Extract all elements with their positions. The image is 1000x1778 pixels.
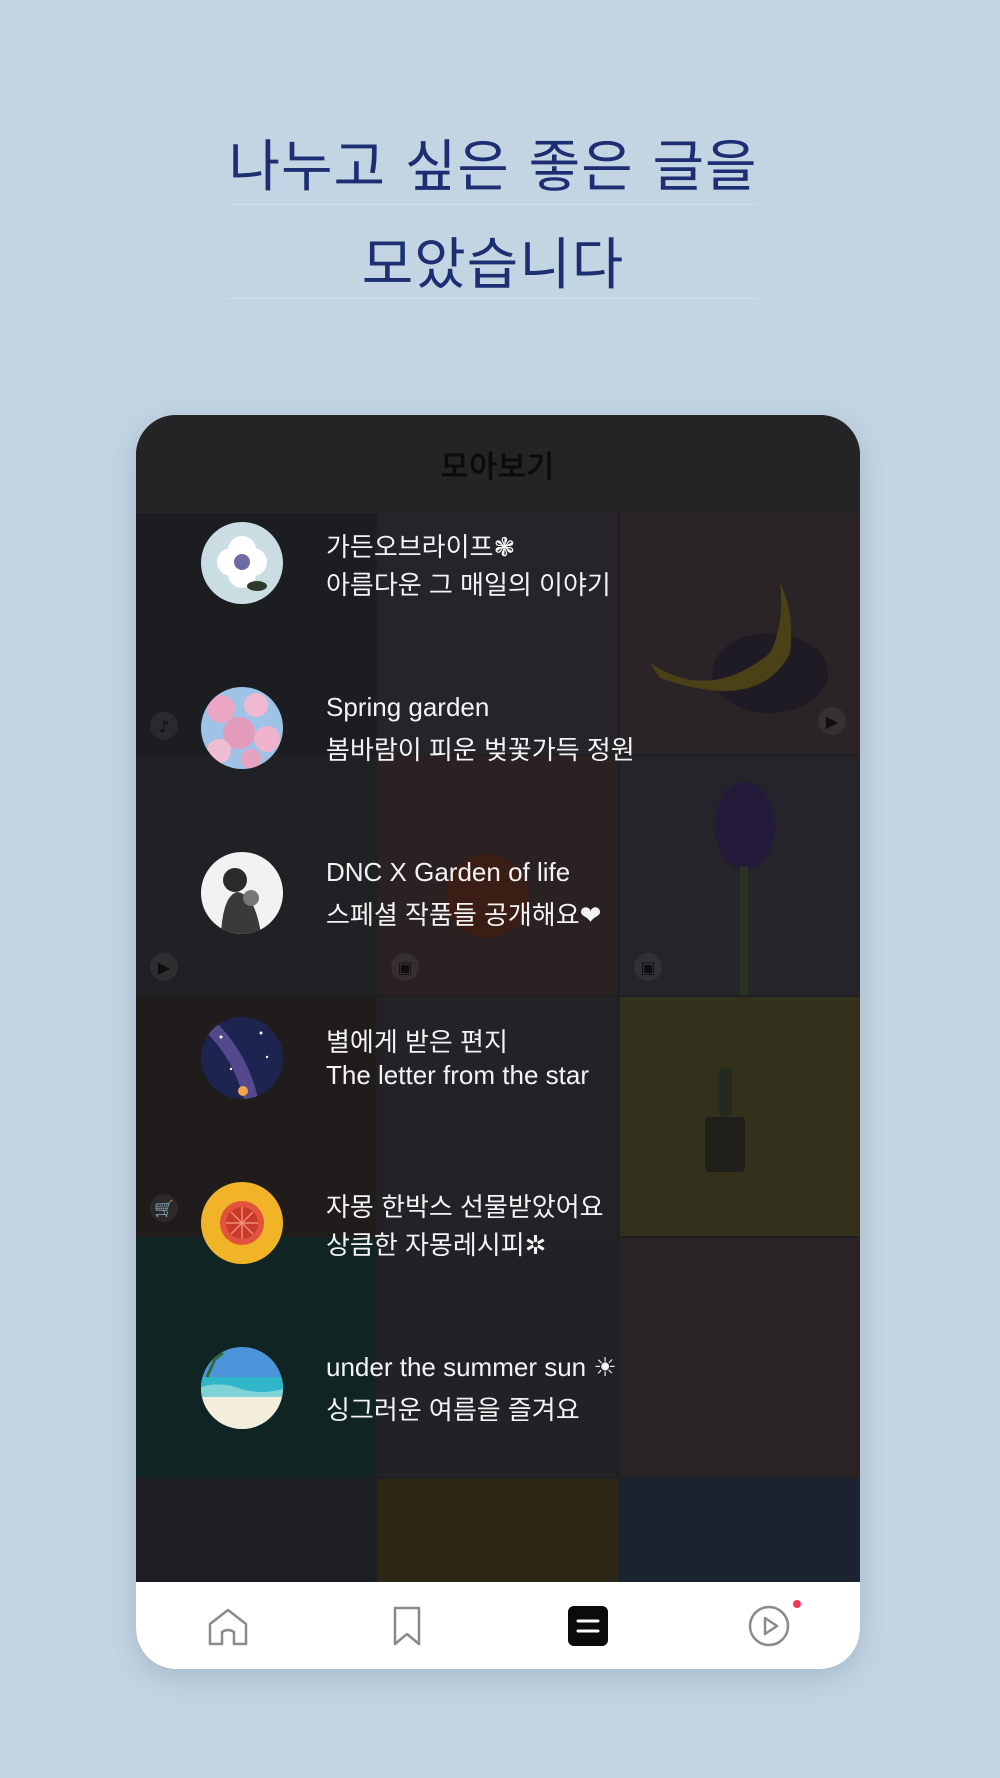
- milky-way-icon: [201, 1017, 283, 1099]
- home-icon[interactable]: [204, 1602, 252, 1650]
- list-item[interactable]: under the summer sun ☀ 싱그러운 여름을 즐겨요: [136, 1338, 860, 1438]
- list-item[interactable]: 별에게 받은 편지 The letter from the star: [136, 1008, 860, 1108]
- headline-line-2: 모았습니다: [361, 233, 625, 298]
- item-title: 자몽 한박스 선물받았어요: [326, 1192, 604, 1222]
- divider: [228, 298, 758, 299]
- item-title: under the summer sun ☀: [326, 1352, 617, 1382]
- item-subtitle: 상큼한 자몽레시피✲: [326, 1230, 547, 1260]
- item-subtitle: 스페셜 작품들 공개해요❤: [326, 900, 602, 930]
- feed-list: 가든오브라이프❃ 아름다운 그 매일의 이야기 Spring garden 봄바…: [136, 513, 860, 1597]
- notification-dot: [793, 1600, 801, 1608]
- item-subtitle: 싱그러운 여름을 즐겨요: [326, 1395, 580, 1425]
- list-item[interactable]: Spring garden 봄바람이 피운 벚꽃가득 정원: [136, 678, 860, 778]
- avatar: [201, 1347, 283, 1429]
- list-item[interactable]: DNC X Garden of life 스페셜 작품들 공개해요❤: [136, 843, 860, 943]
- avatar: [201, 852, 283, 934]
- item-subtitle: 봄바람이 피운 벚꽃가득 정원: [326, 735, 635, 765]
- item-subtitle: 아름다운 그 매일의 이야기: [326, 570, 611, 600]
- mother-and-child-icon: [201, 852, 283, 934]
- tab-bar: [136, 1582, 860, 1669]
- list-item[interactable]: 자몽 한박스 선물받았어요 상큼한 자몽레시피✲: [136, 1173, 860, 1273]
- item-title: Spring garden: [326, 692, 490, 722]
- play-circle-icon[interactable]: [745, 1602, 793, 1650]
- bookmark-icon[interactable]: [383, 1602, 431, 1650]
- item-title: 별에게 받은 편지: [326, 1027, 508, 1057]
- avatar: [201, 687, 283, 769]
- app-header: 모아보기: [136, 415, 860, 513]
- grapefruit-icon: [201, 1182, 283, 1264]
- white-flower-icon: [201, 522, 283, 604]
- item-title: 가든오브라이프❃: [326, 532, 516, 562]
- headline-line-1: 나누고 싶은 좋은 글을: [228, 135, 758, 200]
- menu-icon[interactable]: [564, 1602, 612, 1650]
- beach-icon: [201, 1347, 283, 1429]
- avatar: [201, 522, 283, 604]
- phone-mockup: 모아보기 ♪ ▶ ▶ ▣ ▣ 🛒 가든오브라이프❃ 아름다운 그 매일의 이야기…: [136, 415, 860, 1669]
- page-title: 모아보기: [440, 450, 556, 485]
- list-item[interactable]: 가든오브라이프❃ 아름다운 그 매일의 이야기: [136, 513, 860, 613]
- item-title: DNC X Garden of life: [326, 857, 571, 887]
- cherry-blossom-icon: [201, 687, 283, 769]
- divider: [228, 204, 758, 205]
- avatar: [201, 1017, 283, 1099]
- item-subtitle: The letter from the star: [326, 1060, 589, 1090]
- avatar: [201, 1182, 283, 1264]
